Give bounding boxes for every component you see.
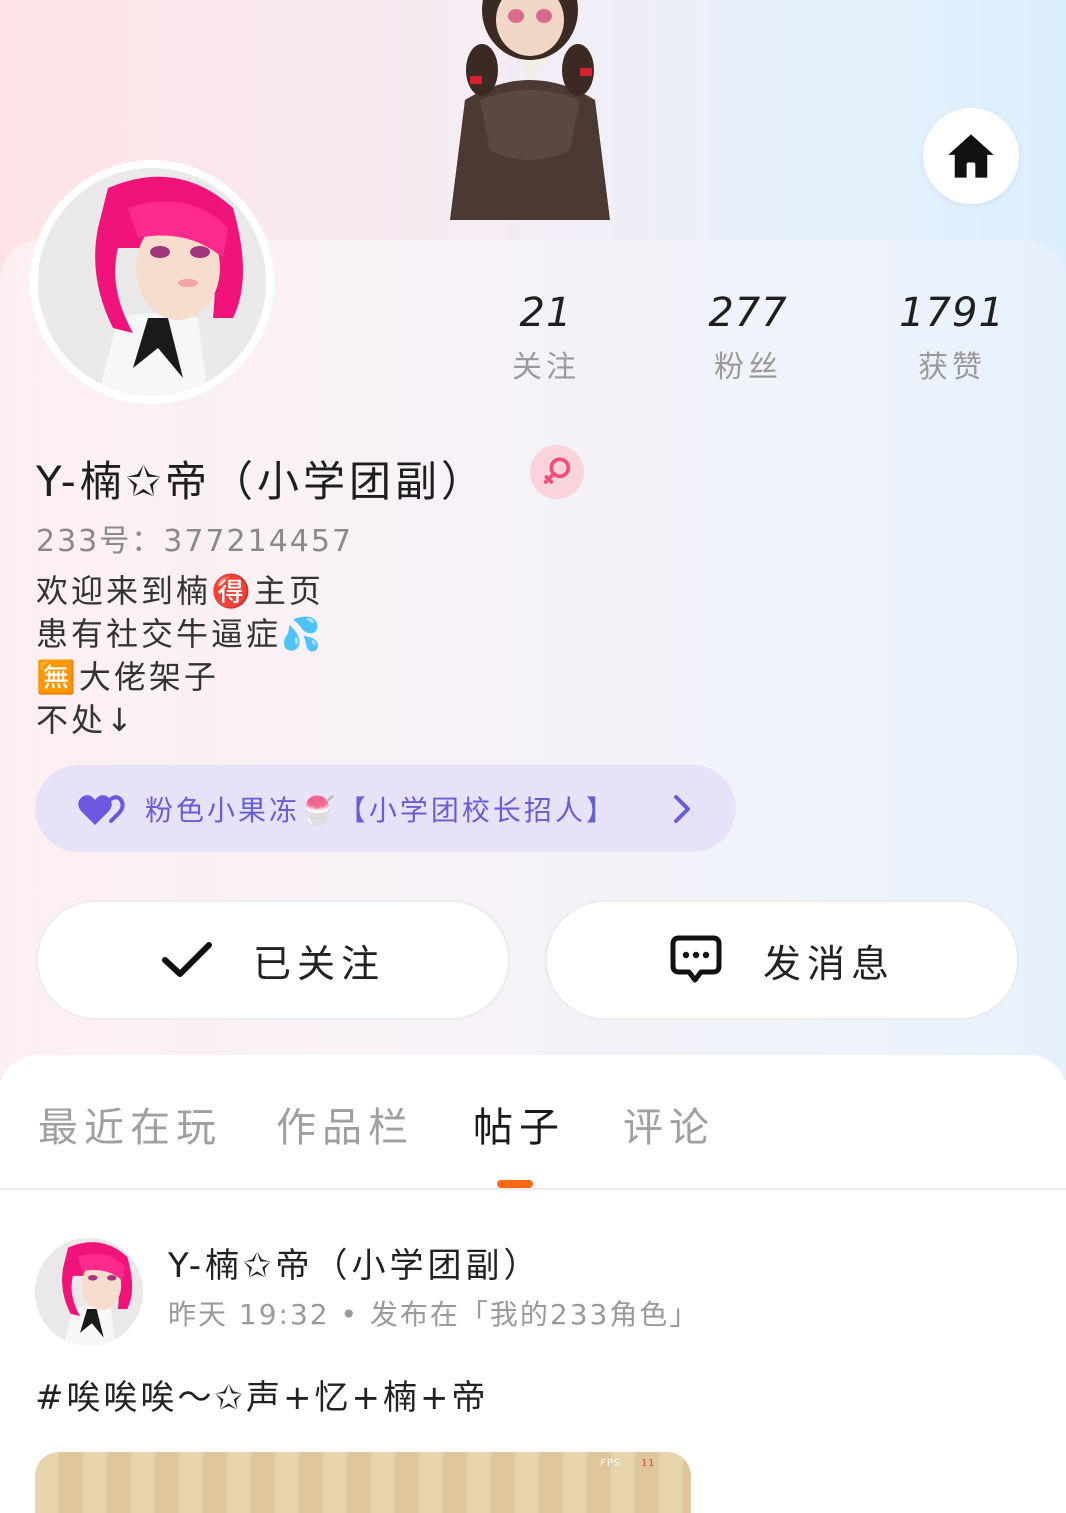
chevron-right-icon [674, 795, 690, 823]
gender-badge [530, 445, 584, 499]
tab-divider [0, 1188, 1066, 1190]
chat-bubble-icon [670, 935, 722, 983]
post-author-name[interactable]: Y-楠✩帝（小学团副） [168, 1238, 542, 1287]
stat-likes[interactable]: 1791 获赞 [872, 290, 1032, 386]
bio-line: 患有社交牛逼症💦 [36, 615, 324, 653]
home-icon [948, 134, 994, 178]
profile-uid: 233号：377214457 [36, 524, 354, 559]
stat-following[interactable]: 21 关注 [466, 290, 626, 386]
home-button[interactable] [923, 108, 1019, 204]
avatar [38, 168, 266, 396]
profile-username: Y-楠✩帝（小学团副） [36, 457, 488, 506]
post-image[interactable]: FPS 11 [35, 1452, 691, 1513]
group-name: 粉色小果冻🍧【小学团校长招人】 [145, 793, 617, 827]
fps-label: FPS [599, 1458, 621, 1469]
post-author-avatar[interactable] [35, 1238, 143, 1346]
check-icon [161, 942, 212, 977]
tab-posts[interactable]: 帖子 [473, 1095, 565, 1153]
content-panel: 最近在玩 作品栏 帖子 评论 Y-楠✩帝（小学团副） 昨天 19:32 • 发布… [0, 1055, 1066, 1513]
stat-followers-count: 277 [708, 290, 788, 336]
stat-following-count: 21 [519, 290, 573, 336]
tab-recently-played[interactable]: 最近在玩 [38, 1095, 222, 1153]
fps-overlay: FPS 11 [600, 1458, 655, 1469]
stat-followers-label: 粉丝 [714, 350, 782, 385]
hearts-icon [78, 794, 125, 825]
female-icon [543, 457, 571, 484]
send-message-button[interactable]: 发消息 [545, 900, 1019, 1020]
stat-likes-count: 1791 [899, 290, 1005, 336]
followed-button-label: 已关注 [252, 941, 385, 986]
bio-line: 🈚大佬架子 [36, 658, 219, 696]
profile-tabs: 最近在玩 作品栏 帖子 评论 [0, 1095, 1066, 1190]
profile-avatar[interactable] [30, 160, 274, 404]
active-tab-indicator [497, 1180, 533, 1188]
send-message-label: 发消息 [762, 941, 895, 986]
post-text[interactable]: #唉唉唉～✩声+忆+楠+帝 [35, 1370, 488, 1419]
bio-line: 欢迎来到楠🉐主页 [36, 572, 324, 610]
fps-value: 11 [640, 1458, 655, 1469]
stat-following-label: 关注 [512, 350, 580, 385]
followed-button[interactable]: 已关注 [36, 900, 510, 1020]
post-meta: 昨天 19:32 • 发布在「我的233角色」 [168, 1298, 700, 1331]
tab-comments[interactable]: 评论 [623, 1095, 715, 1153]
character-figure-image [450, 0, 610, 220]
stat-followers[interactable]: 277 粉丝 [668, 290, 828, 386]
bio-line: 不处↓ [36, 701, 136, 739]
tab-works[interactable]: 作品栏 [276, 1095, 414, 1153]
stat-likes-label: 获赞 [918, 350, 986, 385]
group-link[interactable]: 粉色小果冻🍧【小学团校长招人】 [35, 765, 736, 852]
profile-bio: 欢迎来到楠🉐主页 患有社交牛逼症💦 🈚大佬架子 不处↓ [36, 570, 324, 742]
